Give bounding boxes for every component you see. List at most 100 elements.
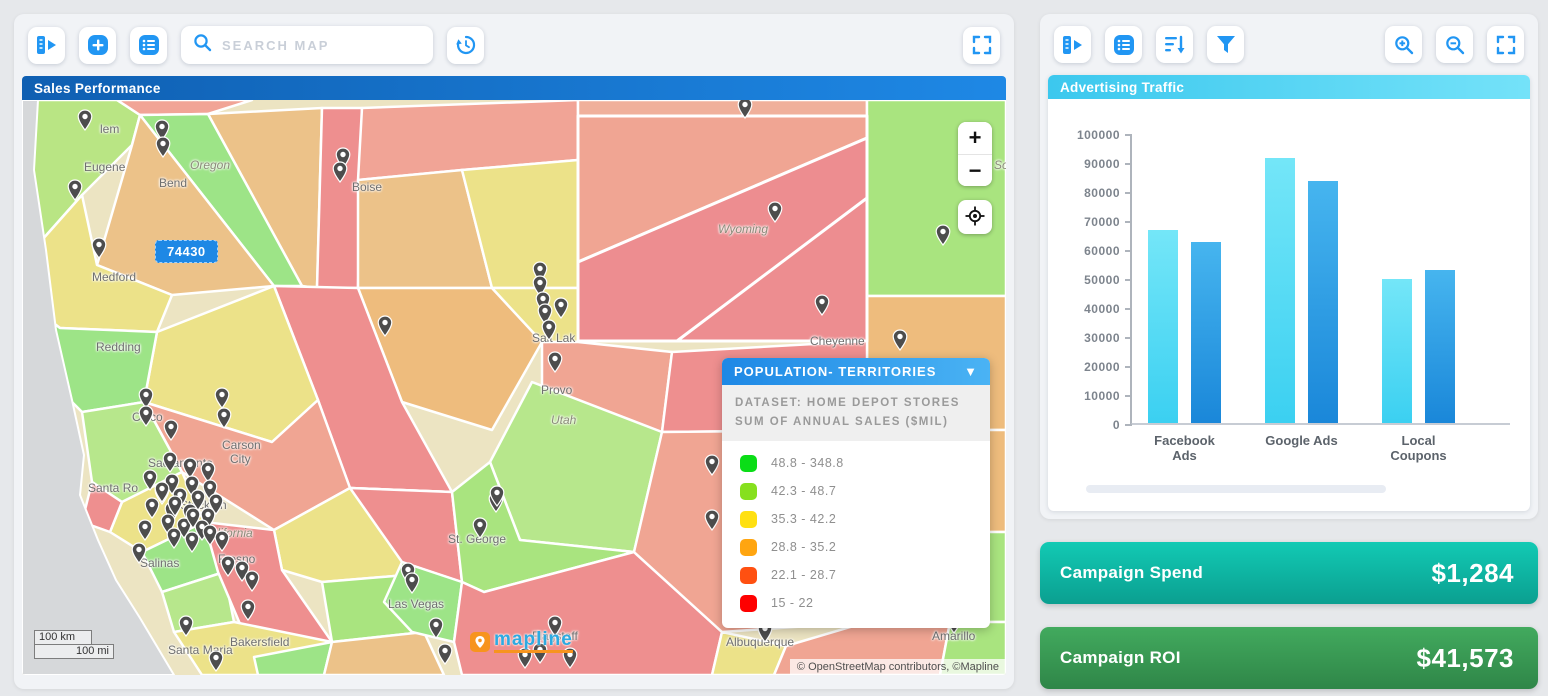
legend-item[interactable]: 42.3 - 48.7 [740, 483, 972, 500]
chart-groups [1132, 135, 1510, 423]
search-input[interactable] [222, 38, 421, 53]
y-tick-mark [1125, 163, 1132, 165]
map-pin[interactable] [154, 481, 170, 503]
selected-marker-badge[interactable]: 74430 [155, 240, 218, 263]
map-pin[interactable] [155, 136, 171, 158]
map-pin[interactable] [67, 179, 83, 201]
map-city-label: Bakersfield [230, 635, 289, 649]
map-pin[interactable] [377, 315, 393, 337]
locate-icon [965, 206, 985, 229]
bar-series-1[interactable] [1382, 279, 1412, 423]
map-pin[interactable] [216, 407, 232, 429]
map-canvas[interactable]: 74430 + − POPULATION- TERRITORIES ▼ DATA… [22, 100, 1006, 675]
list-icon [1113, 34, 1135, 56]
map-pin[interactable] [214, 530, 230, 552]
map-pin[interactable] [185, 507, 201, 529]
list-button[interactable] [130, 27, 167, 64]
y-tick-mark [1125, 308, 1132, 310]
plot-area [1130, 135, 1510, 425]
map-fullscreen-button[interactable] [963, 27, 1000, 64]
sidebar-toggle-button[interactable] [28, 27, 65, 64]
filter-icon [1216, 35, 1236, 54]
bar-series-2[interactable] [1191, 242, 1221, 423]
zoom-in-button[interactable]: + [958, 122, 992, 154]
map-pin[interactable] [184, 531, 200, 553]
map-city-label: Las Vegas [388, 597, 444, 611]
mapline-logo[interactable]: mapline [470, 630, 573, 653]
map-pin[interactable] [428, 617, 444, 639]
map-pin[interactable] [214, 387, 230, 409]
legend-item[interactable]: 48.8 - 348.8 [740, 455, 972, 472]
map-pin[interactable] [767, 201, 783, 223]
map-pin[interactable] [892, 329, 908, 351]
legend-item[interactable]: 22.1 - 28.7 [740, 567, 972, 584]
legend-header[interactable]: POPULATION- TERRITORIES ▼ [722, 358, 990, 385]
map-pin[interactable] [166, 527, 182, 549]
map-pin[interactable] [332, 161, 348, 183]
y-tick-label: 10000 [1084, 389, 1120, 403]
legend-item[interactable]: 35.3 - 42.2 [740, 511, 972, 528]
map-city-label: lem [100, 122, 119, 136]
legend-range-label: 15 - 22 [771, 596, 813, 610]
filter-button[interactable] [1207, 26, 1244, 63]
legend-range-label: 28.8 - 35.2 [771, 540, 836, 554]
sort-button[interactable] [1156, 26, 1193, 63]
bar-series-1[interactable] [1265, 158, 1295, 423]
chart-scrollbar[interactable] [1086, 485, 1386, 493]
map-pin[interactable] [208, 650, 224, 672]
map-city-label: City [230, 452, 251, 466]
map-attribution[interactable]: © OpenStreetMap contributors, ©Mapline [790, 659, 1006, 675]
kpi-campaign-roi[interactable]: Campaign ROI $41,573 [1040, 627, 1538, 689]
map-pin[interactable] [244, 570, 260, 592]
map-pin[interactable] [437, 643, 453, 665]
map-city-label: Bend [159, 176, 187, 190]
map-pin[interactable] [163, 419, 179, 441]
map-pin[interactable] [472, 517, 488, 539]
fullscreen-icon [972, 35, 992, 55]
chart-zoom-in-button[interactable] [1385, 26, 1422, 63]
map-pin[interactable] [553, 297, 569, 319]
map-scale: 100 km 100 mi [34, 630, 114, 659]
legend-item[interactable]: 15 - 22 [740, 595, 972, 612]
kpi-value: $41,573 [1417, 643, 1514, 674]
map-pin[interactable] [704, 454, 720, 476]
map-pin[interactable] [541, 319, 557, 341]
chart-list-button[interactable] [1105, 26, 1142, 63]
bar-series-2[interactable] [1308, 181, 1338, 423]
map-pin[interactable] [240, 599, 256, 621]
map-pin[interactable] [814, 294, 830, 316]
bar-series-2[interactable] [1425, 270, 1455, 423]
map-pin[interactable] [77, 109, 93, 131]
map-pin[interactable] [91, 237, 107, 259]
map-pin[interactable] [704, 509, 720, 531]
y-tick-mark [1125, 395, 1132, 397]
chart-fullscreen-button[interactable] [1487, 26, 1524, 63]
search-icon [193, 33, 212, 57]
add-button[interactable] [79, 27, 116, 64]
chart-zoom-out-button[interactable] [1436, 26, 1473, 63]
bar-series-1[interactable] [1148, 230, 1178, 423]
legend-item[interactable]: 28.8 - 35.2 [740, 539, 972, 556]
chart-card: Advertising Traffic 10000090000800007000… [1048, 75, 1530, 511]
map-city-label: Cheyenne [810, 334, 865, 348]
map-pin[interactable] [138, 405, 154, 427]
locate-button[interactable] [958, 200, 992, 234]
chart-sidebar-toggle-button[interactable] [1054, 26, 1091, 63]
zoom-in-icon [1394, 35, 1414, 55]
map-pin[interactable] [137, 519, 153, 541]
map-pin[interactable] [404, 572, 420, 594]
y-tick-label: 30000 [1084, 331, 1120, 345]
zoom-out-button[interactable]: − [958, 154, 992, 186]
map-pin[interactable] [547, 351, 563, 373]
bar-chart: 1000009000080000700006000050000400003000… [1048, 99, 1530, 511]
kpi-campaign-spend[interactable]: Campaign Spend $1,284 [1040, 542, 1538, 604]
map-pin[interactable] [737, 100, 753, 119]
map-pin[interactable] [178, 615, 194, 637]
map-pin[interactable] [935, 224, 951, 246]
map-legend: POPULATION- TERRITORIES ▼ DATASET: HOME … [722, 358, 990, 628]
history-button[interactable] [447, 27, 484, 64]
map-pin[interactable] [489, 485, 505, 507]
map-pin[interactable] [131, 542, 147, 564]
x-axis-labels: Facebook AdsGoogle AdsLocal Coupons [1056, 425, 1510, 463]
map-pin[interactable] [162, 451, 178, 473]
